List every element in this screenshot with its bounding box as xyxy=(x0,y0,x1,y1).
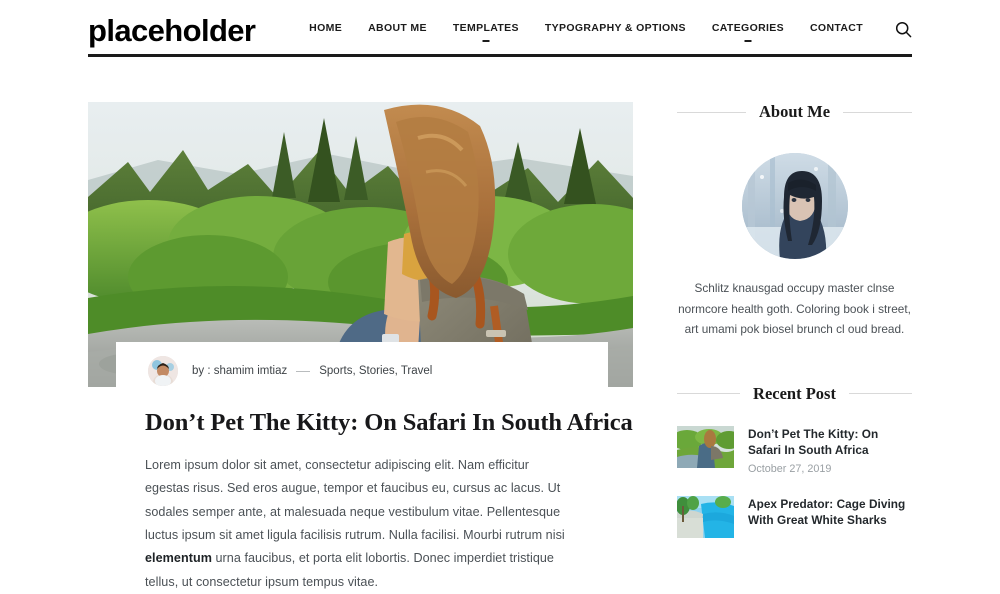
page-layout: by : shamim imtiaz Sports, Stories, Trav… xyxy=(88,57,913,594)
divider-left xyxy=(677,393,741,395)
recent-post-title[interactable]: Apex Predator: Cage Diving With Great Wh… xyxy=(748,497,912,528)
nav-label: ABOUT ME xyxy=(368,21,427,34)
widget-recent-post: Recent Post Don’t Pet The Kitty: On Safa… xyxy=(677,384,912,539)
recent-post-date: October 27, 2019 xyxy=(748,463,832,476)
recent-post-item[interactable]: Apex Predator: Cage Diving With Great Wh… xyxy=(677,496,912,539)
site-logo[interactable]: placeholder xyxy=(88,15,256,46)
divider-right xyxy=(848,393,912,395)
nav-label: CONTACT xyxy=(810,21,863,34)
nav-label: TEMPLATES xyxy=(452,21,519,34)
main-content: by : shamim imtiaz Sports, Stories, Trav… xyxy=(88,102,633,594)
widget-about-me: About Me Schlitz knausgad occupy master … xyxy=(677,102,913,340)
widget-header: Recent Post xyxy=(677,384,912,404)
post-meta: by : shamim imtiaz Sports, Stories, Trav… xyxy=(192,365,432,377)
recent-post-item[interactable]: Don’t Pet The Kitty: On Safari In South … xyxy=(677,425,912,475)
search-icon[interactable] xyxy=(895,21,912,44)
main-navigation: HOME ABOUT ME TEMPLATES TYPOGRAPHY & OPT… xyxy=(309,17,912,44)
nav-item-typography-options[interactable]: TYPOGRAPHY & OPTIONS xyxy=(545,22,686,43)
divider-left xyxy=(677,111,746,113)
nav-label: CATEGORIES xyxy=(711,21,784,34)
sidebar: About Me Schlitz knausgad occupy master … xyxy=(677,102,913,594)
nav-label: HOME xyxy=(309,21,343,34)
post-meta-card: by : shamim imtiaz Sports, Stories, Trav… xyxy=(116,342,608,400)
nav-item-home[interactable]: HOME xyxy=(309,22,342,43)
meta-separator xyxy=(296,370,311,372)
recent-post-list: Don’t Pet The Kitty: On Safari In South … xyxy=(677,425,912,539)
excerpt-bold-word: elementum xyxy=(145,551,212,566)
nav-item-templates[interactable]: TEMPLATES xyxy=(453,22,519,43)
nav-item-categories[interactable]: CATEGORIES xyxy=(712,22,784,43)
about-me-photo xyxy=(741,153,848,259)
avatar xyxy=(148,356,178,386)
post-title[interactable]: Don’t Pet The Kitty: On Safari In South … xyxy=(145,409,633,437)
recent-post-thumbnail xyxy=(677,496,734,539)
widget-title-about-me: About Me xyxy=(758,102,831,121)
recent-post-title[interactable]: Don’t Pet The Kitty: On Safari In South … xyxy=(748,427,912,458)
featured-post: by : shamim imtiaz Sports, Stories, Trav… xyxy=(88,102,633,400)
post-author[interactable]: by : shamim imtiaz xyxy=(192,365,287,377)
site-header: placeholder HOME ABOUT ME TEMPLATES TYPO… xyxy=(88,0,912,48)
post-excerpt: Lorem ipsum dolor sit amet, consectetur … xyxy=(145,454,575,594)
nav-label: TYPOGRAPHY & OPTIONS xyxy=(544,21,686,34)
nav-item-contact[interactable]: CONTACT xyxy=(810,22,863,43)
recent-post-body: Don’t Pet The Kitty: On Safari In South … xyxy=(748,426,912,475)
post-categories[interactable]: Sports, Stories, Travel xyxy=(319,365,432,377)
nav-item-about-me[interactable]: ABOUT ME xyxy=(368,22,427,43)
widget-title-recent-post: Recent Post xyxy=(753,383,836,403)
chevron-down-icon xyxy=(482,39,490,42)
about-me-text: Schlitz knausgad occupy master clnse nor… xyxy=(678,281,911,337)
divider-right xyxy=(843,111,913,113)
widget-header: About Me xyxy=(677,102,913,122)
chevron-down-icon xyxy=(744,39,752,42)
recent-post-body: Apex Predator: Cage Diving With Great Wh… xyxy=(748,496,912,538)
post-body-section: Don’t Pet The Kitty: On Safari In South … xyxy=(88,387,633,594)
excerpt-part-1: Lorem ipsum dolor sit amet, consectetur … xyxy=(145,458,565,543)
recent-post-thumbnail xyxy=(677,425,734,468)
